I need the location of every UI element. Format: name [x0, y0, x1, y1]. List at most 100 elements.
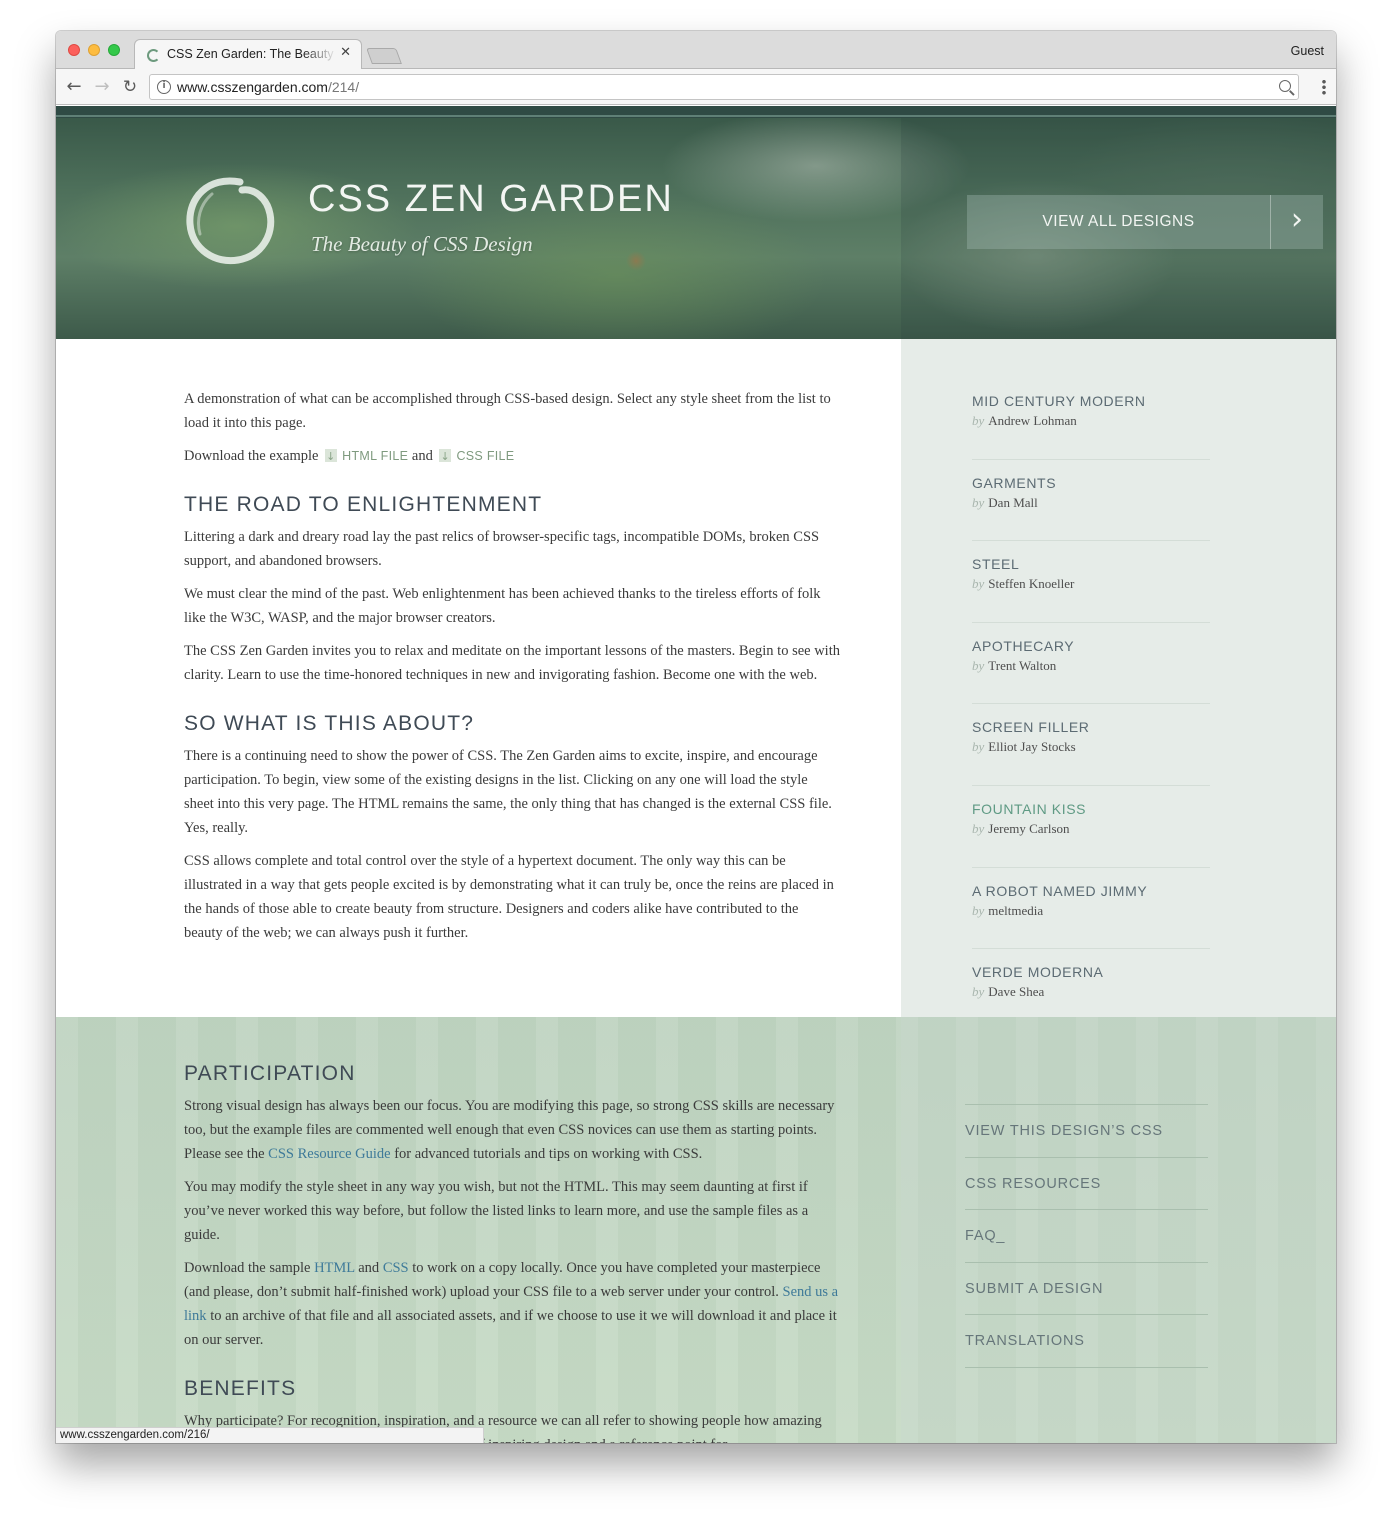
translations-link[interactable]: TRANSLATIONS	[965, 1315, 1208, 1368]
by-label: by	[972, 984, 985, 1000]
header-top-strip	[56, 106, 1336, 118]
design-author-line: by Andrew Lohman	[972, 412, 1210, 430]
band-content-column: PARTICIPATION Strong visual design has a…	[184, 1061, 840, 1443]
author-link[interactable]: Jeremy Carlson	[988, 821, 1069, 836]
download-and: and	[411, 448, 433, 464]
design-link[interactable]: STEEL	[972, 553, 1210, 575]
site-info-icon[interactable]: i	[157, 80, 171, 94]
url-path: /214/	[327, 79, 360, 95]
design-author-line: by Elliot Jay Stocks	[972, 738, 1210, 756]
submit-design-link[interactable]: SUBMIT A DESIGN	[965, 1263, 1208, 1316]
author-link[interactable]: Dan Mall	[988, 495, 1037, 510]
page-header: CSS ZEN GARDEN The Beauty of CSS Design …	[56, 106, 1336, 339]
participation-heading: PARTICIPATION	[184, 1062, 356, 1085]
design-link[interactable]: VERDE MODERNA	[972, 961, 1210, 983]
chevron-right-icon: ›	[1270, 195, 1323, 249]
design-link[interactable]: SCREEN FILLER	[972, 716, 1210, 738]
back-arrow-icon[interactable]: ←	[63, 76, 85, 98]
design-link[interactable]: GARMENTS	[972, 472, 1210, 494]
view-design-css-link[interactable]: VIEW THIS DESIGN’S CSS	[965, 1105, 1208, 1158]
zoom-window-button[interactable]	[108, 44, 120, 56]
profile-button[interactable]: Guest	[1291, 44, 1324, 58]
design-author-line: by meltmedia	[972, 902, 1210, 920]
design-list: MID CENTURY MODERN by Andrew Lohman GARME…	[972, 389, 1210, 1042]
participation-paragraph-3: Download the sample HTML and CSS to work…	[184, 1256, 840, 1352]
participation-paragraph-2: You may modify the style sheet in any wa…	[184, 1179, 809, 1243]
design-list-item: STEEL by Steffen Knoeller	[972, 552, 1210, 623]
benefits-heading: BENEFITS	[184, 1377, 297, 1400]
supporting-text-band: PARTICIPATION Strong visual design has a…	[56, 1017, 1336, 1443]
by-label: by	[972, 494, 985, 510]
view-all-designs-button[interactable]: VIEW ALL DESIGNS ›	[967, 195, 1323, 249]
design-sidebar: MID CENTURY MODERN by Andrew Lohman GARME…	[901, 339, 1336, 1017]
design-list-item: APOTHECARY by Trent Walton	[972, 634, 1210, 705]
road-paragraph-1: Littering a dark and dreary road lay the…	[184, 529, 820, 569]
design-link[interactable]: MID CENTURY MODERN	[972, 390, 1210, 412]
design-author-line: by Jeremy Carlson	[972, 820, 1210, 838]
participation-paragraph-1: Strong visual design has always been our…	[184, 1094, 840, 1166]
tab-title: CSS Zen Garden: The Beauty of CSS Design	[167, 47, 337, 61]
design-link-hovered[interactable]: FOUNTAIN KISS	[972, 798, 1210, 820]
design-link[interactable]: APOTHECARY	[972, 635, 1210, 657]
site-title: CSS ZEN GARDEN	[308, 178, 674, 220]
participation-text: for advanced tutorials and tips on worki…	[390, 1146, 703, 1162]
sample-html-link[interactable]: HTML	[314, 1260, 355, 1276]
html-file-link[interactable]: HTML FILE	[342, 449, 408, 463]
reload-icon[interactable]: ↻	[119, 76, 141, 98]
zoom-magnifier-icon[interactable]	[1279, 80, 1291, 92]
css-resources-link[interactable]: CSS RESOURCES	[965, 1158, 1208, 1211]
author-link[interactable]: meltmedia	[988, 903, 1043, 918]
site-tagline: The Beauty of CSS Design	[311, 232, 533, 256]
main-content-area: A demonstration of what can be accomplis…	[56, 339, 901, 1017]
new-tab-button[interactable]	[366, 48, 402, 64]
download-prefix: Download the example	[184, 448, 319, 464]
design-link[interactable]: A ROBOT NAMED JIMMY	[972, 880, 1210, 902]
tab-bar: CSS Zen Garden: The Beauty of CSS Design…	[56, 31, 1336, 70]
author-link[interactable]: Trent Walton	[988, 658, 1056, 673]
author-link[interactable]: Andrew Lohman	[988, 413, 1076, 428]
faq-link[interactable]: FAQ_	[965, 1210, 1208, 1263]
author-link[interactable]: Elliot Jay Stocks	[988, 739, 1075, 754]
design-author-line: by Steffen Knoeller	[972, 575, 1210, 593]
road-heading: THE ROAD TO ENLIGHTENMENT	[184, 493, 543, 516]
by-label: by	[972, 657, 985, 673]
participation-text: Download the sample	[184, 1260, 315, 1276]
css-resource-guide-link[interactable]: CSS Resource Guide	[268, 1146, 390, 1162]
view-all-designs-label: VIEW ALL DESIGNS	[1042, 213, 1195, 230]
zen-favicon-icon	[147, 49, 160, 62]
intro-download: Download the example HTML FILE and CSS F…	[184, 444, 840, 469]
by-label: by	[972, 413, 985, 428]
css-file-link[interactable]: CSS FILE	[456, 449, 514, 463]
url-text[interactable]: www.csszengarden.com/214/	[177, 79, 359, 95]
design-author-line: by Trent Walton	[972, 657, 1210, 675]
browser-menu-icon[interactable]	[1322, 79, 1326, 95]
by-label: by	[972, 902, 985, 918]
enso-circle-logo-icon	[186, 177, 275, 265]
about-paragraph-1: There is a continuing need to show the p…	[184, 748, 832, 836]
design-list-item: FOUNTAIN KISS by Jeremy Carlson	[972, 797, 1210, 868]
address-bar[interactable]: i www.csszengarden.com/214/	[149, 74, 1299, 100]
browser-window: CSS Zen Garden: The Beauty of CSS Design…	[56, 31, 1336, 1443]
url-host: www.csszengarden.com	[177, 79, 328, 95]
tab-csszengarden[interactable]: CSS Zen Garden: The Beauty of CSS Design…	[134, 39, 362, 70]
browser-toolbar: ← → ↻ i www.csszengarden.com/214/	[56, 69, 1336, 105]
participation-text: to an archive of that file and all assoc…	[184, 1308, 837, 1348]
author-link[interactable]: Steffen Knoeller	[988, 576, 1074, 591]
close-tab-icon[interactable]: ✕	[340, 45, 351, 60]
about-heading: SO WHAT IS THIS ABOUT?	[184, 712, 475, 735]
by-label: by	[972, 739, 985, 755]
participation-text: and	[354, 1260, 383, 1276]
link-status-bar: www.csszengarden.com/216/	[56, 1427, 484, 1443]
design-author-line: by Dan Mall	[972, 494, 1210, 512]
design-list-item: MID CENTURY MODERN by Andrew Lohman	[972, 389, 1210, 460]
forward-arrow-icon[interactable]: →	[91, 76, 113, 98]
minimize-window-button[interactable]	[88, 44, 100, 56]
author-link[interactable]: Dave Shea	[988, 984, 1044, 999]
sample-css-link[interactable]: CSS	[383, 1260, 409, 1276]
close-window-button[interactable]	[68, 44, 80, 56]
download-icon	[325, 445, 338, 469]
design-list-item: GARMENTS by Dan Mall	[972, 471, 1210, 542]
page-viewport: CSS ZEN GARDEN The Beauty of CSS Design …	[56, 106, 1336, 1443]
by-label: by	[972, 820, 985, 836]
resource-links: VIEW THIS DESIGN’S CSS CSS RESOURCES FAQ…	[965, 1104, 1208, 1368]
